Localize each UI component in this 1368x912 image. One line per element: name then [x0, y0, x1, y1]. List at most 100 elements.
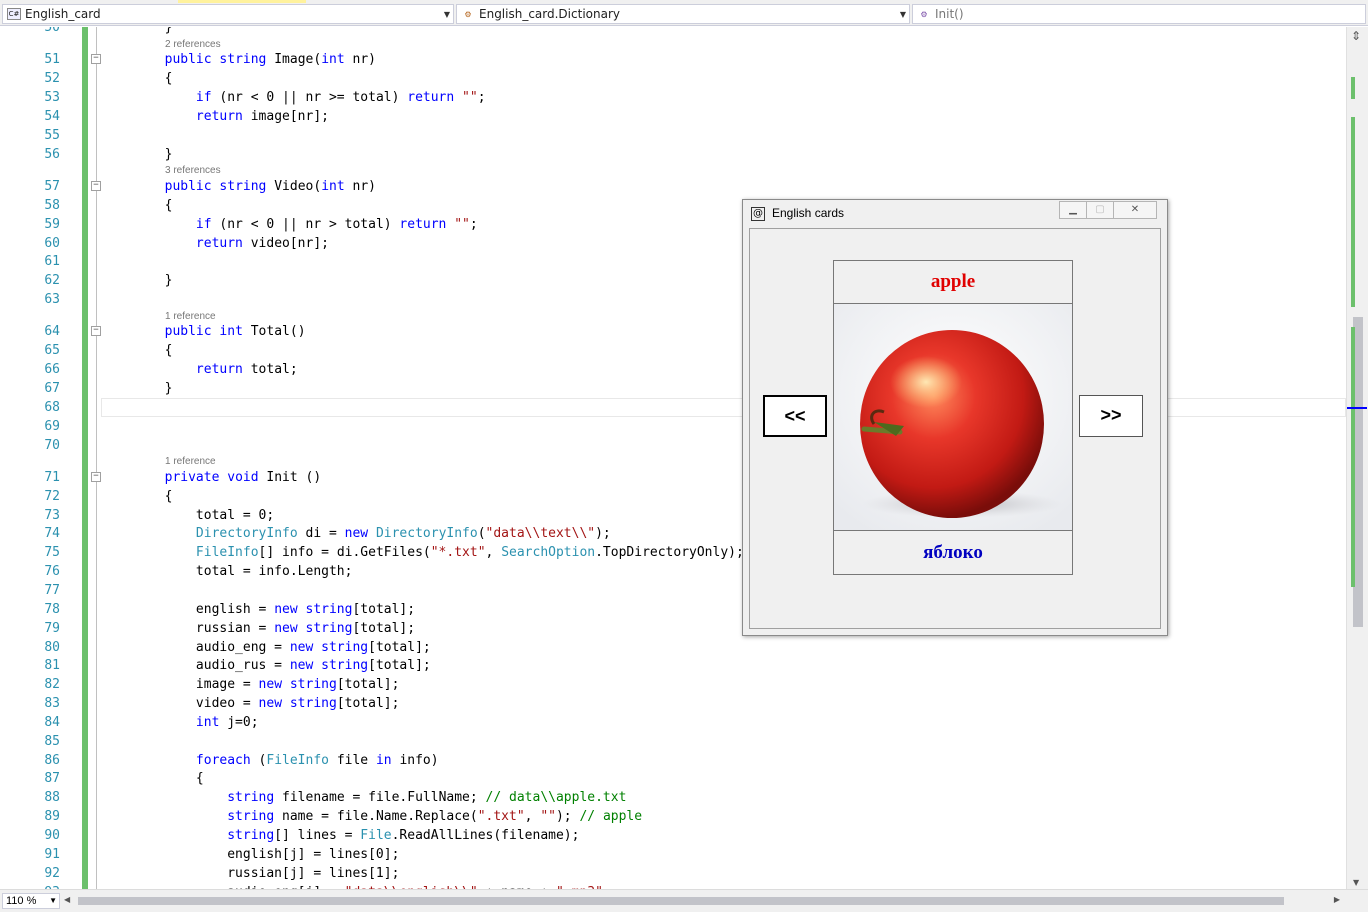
csharp-project-icon: C# [7, 8, 21, 20]
codelens-references[interactable]: 2 references [165, 39, 221, 50]
code-text[interactable]: russian[j] = lines[1]; [102, 864, 399, 883]
line-number: 69 [44, 418, 60, 434]
line-number: 66 [44, 362, 60, 378]
zoom-dropdown[interactable]: 110 % ▼ [2, 893, 60, 909]
collapse-region-icon[interactable]: − [91, 471, 101, 482]
code-text[interactable]: { [102, 769, 204, 788]
line-number: 68 [44, 399, 60, 415]
code-text[interactable]: total = info.Length; [102, 562, 353, 581]
close-button[interactable]: ✕ [1113, 201, 1157, 219]
code-text[interactable]: video = new string[total]; [102, 694, 400, 713]
line-number: 65 [44, 343, 60, 359]
code-token: di = [297, 526, 345, 542]
code-text[interactable]: return video[nr]; [102, 234, 329, 253]
code-token: [total]; [352, 620, 416, 636]
code-text[interactable]: } [102, 379, 173, 398]
code-text[interactable]: if (nr < 0 || nr >= total) return ""; [102, 88, 486, 107]
code-token: (nr < 0 || nr >= total) [211, 90, 408, 106]
member-dropdown[interactable]: ⚙ Init() [912, 4, 1366, 24]
code-token: new [289, 658, 314, 674]
collapse-region-icon[interactable]: − [91, 54, 101, 65]
code-line: 92 russian[j] = lines[1]; [0, 864, 1346, 883]
window-titlebar[interactable]: @ English cards ▁ ▢ ✕ [743, 200, 1167, 226]
english-cards-window[interactable]: @ English cards ▁ ▢ ✕ << >> apple яблоко [742, 199, 1168, 636]
code-token: audio_eng = [102, 639, 290, 655]
active-tab-accent [178, 0, 306, 3]
code-text[interactable]: } [102, 145, 173, 164]
russian-word-label: яблоко [833, 530, 1073, 575]
minimize-button[interactable]: ▁ [1059, 201, 1086, 219]
code-text[interactable]: string name = file.Name.Replace(".txt", … [102, 807, 642, 826]
code-token: DirectoryInfo [195, 526, 298, 542]
previous-card-button[interactable]: << [763, 395, 827, 437]
scroll-right-icon[interactable]: ▶ [1334, 895, 1340, 904]
vertical-scrollbar[interactable]: ⇕ ▼ [1346, 27, 1368, 889]
codelens-references[interactable]: 1 reference [165, 456, 216, 467]
code-text[interactable]: } [102, 27, 173, 37]
code-text[interactable]: if (nr < 0 || nr > total) return ""; [102, 215, 478, 234]
project-dropdown[interactable]: C# English_card ▼ [2, 4, 454, 24]
code-line: 84 int j=0; [0, 713, 1346, 732]
code-token: russian = [102, 620, 275, 636]
maximize-button[interactable]: ▢ [1086, 201, 1113, 219]
split-window-icon[interactable]: ⇕ [1351, 29, 1361, 43]
line-number: 77 [44, 582, 60, 598]
code-text[interactable]: public string Image(int nr) [102, 50, 376, 69]
code-text[interactable]: { [102, 196, 173, 215]
code-text[interactable]: image = new string[total]; [102, 675, 400, 694]
codelens-references[interactable]: 3 references [165, 165, 221, 176]
code-token: int [321, 52, 345, 68]
code-token: total; [242, 362, 298, 378]
collapse-region-icon[interactable]: − [91, 180, 101, 191]
code-text[interactable]: DirectoryInfo di = new DirectoryInfo("da… [102, 524, 611, 543]
code-text[interactable]: audio_rus = new string[total]; [102, 656, 431, 675]
code-text[interactable]: { [102, 69, 173, 88]
scroll-down-icon[interactable]: ▼ [1353, 878, 1359, 887]
code-text[interactable]: total = 0; [102, 506, 274, 525]
code-token: return [399, 216, 447, 232]
code-token: english[j] = lines[0]; [102, 846, 400, 862]
code-token: new [274, 601, 298, 617]
code-token: new [344, 526, 369, 542]
code-text[interactable]: audio_eng = new string[total]; [102, 638, 431, 657]
code-token: [total]; [368, 658, 431, 674]
code-text[interactable]: private void Init () [102, 468, 322, 487]
code-text[interactable]: int j=0; [102, 713, 259, 732]
code-text[interactable]: foreach (FileInfo file in info) [102, 751, 439, 770]
code-text[interactable]: english[j] = lines[0]; [102, 845, 399, 864]
class-dropdown-label: English_card.Dictionary [479, 7, 620, 21]
code-text[interactable]: public int Total() [102, 322, 306, 341]
code-text[interactable]: string filename = file.FullName; // data… [102, 788, 626, 807]
code-token: // apple [579, 809, 643, 825]
horizontal-scrollbar-thumb[interactable] [78, 897, 1284, 905]
collapse-region-icon[interactable]: − [91, 326, 101, 337]
code-text[interactable]: return image[nr]; [102, 107, 329, 126]
code-token: string [289, 696, 337, 712]
code-text[interactable]: string[] lines = File.ReadAllLines(filen… [102, 826, 579, 845]
line-number: 58 [44, 197, 60, 213]
code-text[interactable]: } [102, 271, 173, 290]
chevron-down-icon: ▼ [49, 896, 57, 905]
next-card-button[interactable]: >> [1079, 395, 1143, 437]
code-token: english = [102, 601, 275, 617]
code-token: if [195, 90, 212, 106]
code-token: info) [391, 752, 439, 768]
code-text[interactable]: FileInfo[] info = di.GetFiles("*.txt", S… [102, 543, 744, 562]
class-dropdown[interactable]: ⚙ English_card.Dictionary ▼ [456, 4, 910, 24]
horizontal-scrollbar[interactable]: ◀ ▶ [64, 895, 1340, 907]
code-token: } [102, 146, 173, 162]
scroll-left-icon[interactable]: ◀ [64, 895, 70, 904]
code-token: { [102, 71, 173, 87]
code-text[interactable]: return total; [102, 360, 298, 379]
code-line: 90 string[] lines = File.ReadAllLines(fi… [0, 826, 1346, 845]
code-text[interactable]: { [102, 487, 173, 506]
code-text[interactable]: { [102, 341, 173, 360]
code-token: image = [102, 677, 259, 693]
line-number: 60 [44, 235, 60, 251]
code-text[interactable]: public string Video(int nr) [102, 177, 376, 196]
code-text[interactable]: english = new string[total]; [102, 600, 415, 619]
codelens-references[interactable]: 1 reference [165, 311, 216, 322]
code-text[interactable]: russian = new string[total]; [102, 619, 415, 638]
